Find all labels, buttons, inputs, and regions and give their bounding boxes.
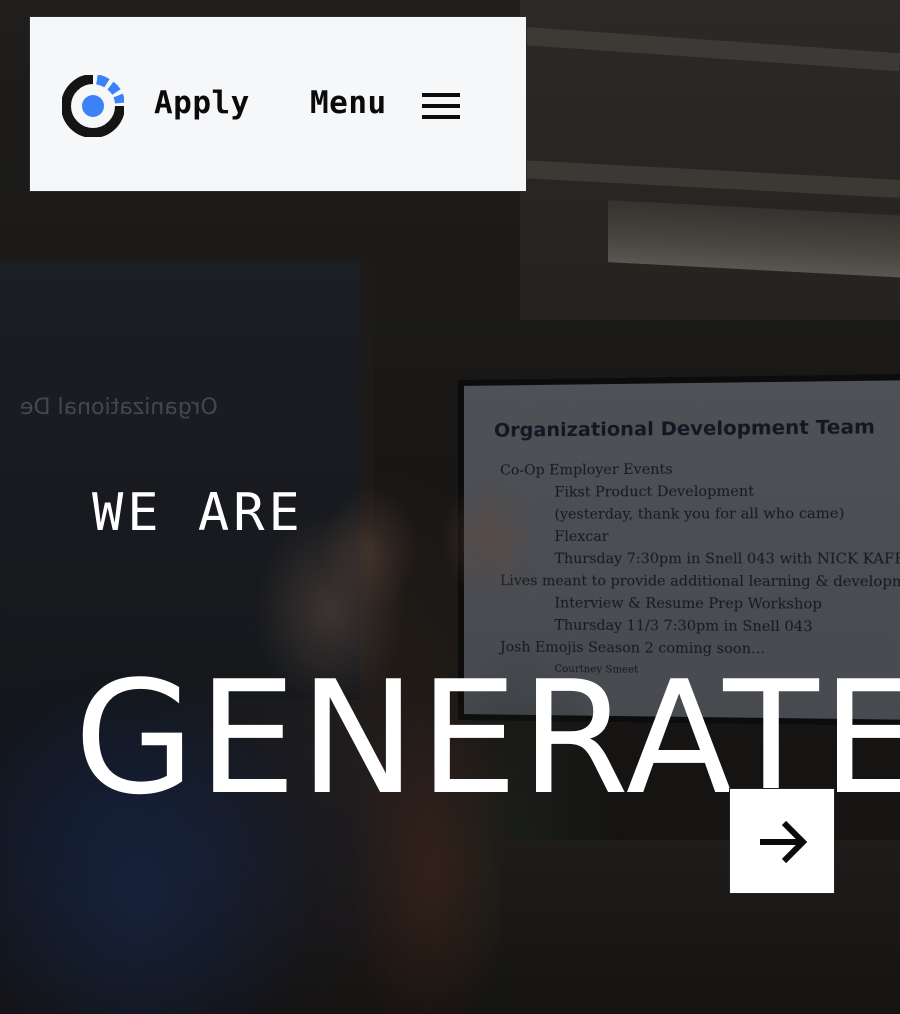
hamburger-line <box>422 104 460 108</box>
menu-label[interactable]: Menu <box>310 85 387 121</box>
hero-section: Organizational De Organizational Develop… <box>0 0 900 1014</box>
next-arrow-button[interactable] <box>729 788 835 894</box>
hamburger-line <box>422 93 460 97</box>
generate-logo-icon[interactable] <box>61 74 125 138</box>
hamburger-line <box>422 115 460 119</box>
apply-link[interactable]: Apply <box>154 85 250 121</box>
header-nav-card: Apply Menu <box>29 16 527 192</box>
arrow-right-icon <box>760 820 808 864</box>
hero-eyebrow: WE ARE <box>92 483 304 543</box>
hamburger-menu-icon[interactable] <box>422 93 460 119</box>
